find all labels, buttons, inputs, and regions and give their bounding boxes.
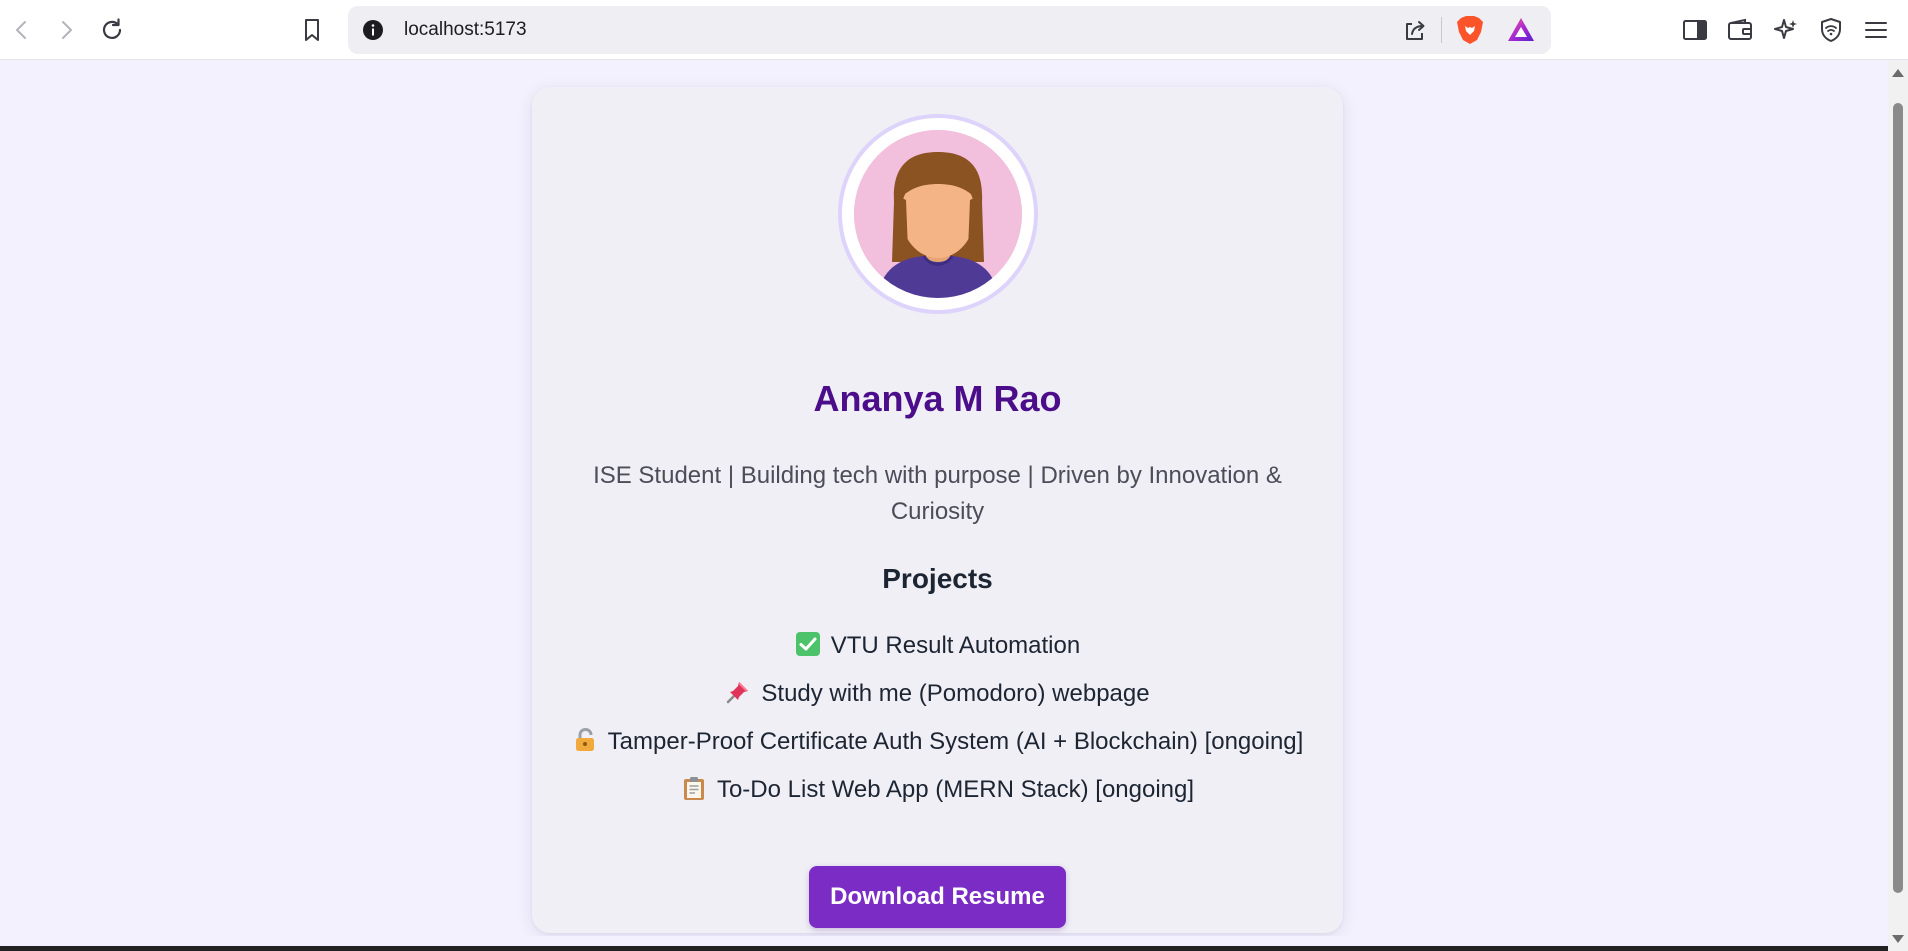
project-label: VTU Result Automation — [830, 632, 1081, 659]
project-item: Study with me (Pomodoro) webpage — [532, 678, 1343, 726]
project-label: Tamper-Proof Certificate Auth System (AI… — [607, 728, 1304, 755]
vpn-shield-icon[interactable] — [1813, 12, 1849, 48]
avatar — [842, 118, 1034, 310]
brave-rewards-triangle-icon[interactable] — [1506, 16, 1536, 44]
browser-toolbar: localhost:5173 — [0, 0, 1908, 60]
vertical-scrollbar[interactable] — [1888, 61, 1908, 951]
scroll-down-arrow-icon[interactable] — [1892, 935, 1904, 943]
pushpin-emoji-icon — [725, 679, 751, 705]
window-bottom-edge — [0, 946, 1888, 951]
check-mark-emoji-icon — [795, 631, 821, 657]
brave-lion-icon[interactable] — [1455, 14, 1485, 46]
toolbar-divider — [1441, 17, 1442, 43]
project-label: To-Do List Web App (MERN Stack) [ongoing… — [716, 776, 1195, 803]
project-label: Study with me (Pomodoro) webpage — [761, 680, 1150, 707]
card-shadow-edge — [507, 936, 1367, 946]
reload-icon[interactable] — [94, 12, 130, 48]
project-item: VTU Result Automation — [532, 630, 1343, 678]
scroll-up-arrow-icon[interactable] — [1892, 69, 1904, 77]
project-item: To-Do List Web App (MERN Stack) [ongoing… — [532, 774, 1343, 822]
clipboard-emoji-icon — [681, 775, 707, 801]
info-icon[interactable] — [362, 19, 384, 41]
bookmark-icon[interactable] — [294, 12, 330, 48]
sidebar-icon[interactable] — [1677, 12, 1713, 48]
lock-emoji-icon — [572, 727, 598, 753]
forward-arrow-icon[interactable] — [48, 12, 84, 48]
project-item: Tamper-Proof Certificate Auth System (AI… — [532, 726, 1343, 774]
projects-list: VTU Result Automation Study with me (Pom… — [532, 630, 1343, 822]
profile-name: Ananya M Rao — [813, 378, 1062, 419]
page-viewport: Ananya M Rao ISE Student | Building tech… — [0, 61, 1888, 951]
projects-heading: Projects — [882, 563, 993, 594]
address-bar[interactable]: localhost:5173 — [348, 6, 1551, 54]
hamburger-menu-icon[interactable] — [1858, 12, 1894, 48]
female-avatar-illustration — [854, 130, 1022, 298]
url-text[interactable]: localhost:5173 — [404, 6, 527, 54]
back-arrow-icon[interactable] — [4, 12, 40, 48]
profile-bio: ISE Student | Building tech with purpose… — [593, 462, 1282, 525]
share-icon[interactable] — [1402, 17, 1428, 43]
sparkle-ai-icon[interactable] — [1768, 12, 1804, 48]
scrollbar-thumb[interactable] — [1893, 103, 1903, 893]
profile-card: Ananya M Rao ISE Student | Building tech… — [532, 87, 1343, 933]
download-resume-button[interactable]: Download Resume — [809, 866, 1066, 928]
wallet-icon[interactable] — [1722, 12, 1758, 48]
